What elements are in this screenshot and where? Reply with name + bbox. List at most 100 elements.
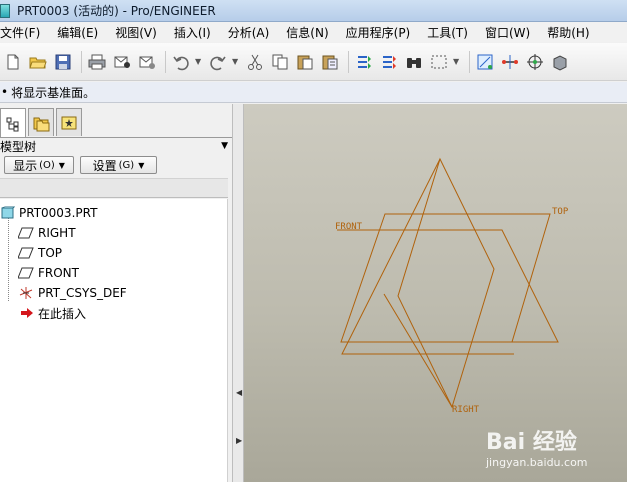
insert-arrow-icon: [21, 308, 33, 318]
datum-plane-right[interactable]: [397, 157, 495, 409]
datum-plane-icon: [18, 227, 34, 239]
panel-menu-dropdown-icon[interactable]: ▼: [221, 141, 228, 151]
model-tree-icon: [6, 117, 19, 131]
redo-dropdown-icon[interactable]: ▼: [232, 57, 240, 66]
regen-manager-icon[interactable]: [378, 51, 399, 73]
chevron-down-icon: ▼: [58, 160, 65, 170]
tree-item-label: PRT0003.PRT: [19, 206, 98, 220]
email-icon[interactable]: [111, 51, 132, 73]
tree-item-insert-here[interactable]: 在此插入: [20, 303, 86, 323]
tab-model-tree[interactable]: [0, 108, 26, 138]
tab-folder-browser[interactable]: [28, 108, 54, 136]
redo-icon[interactable]: [207, 51, 228, 73]
settings-button[interactable]: 设置 (G) ▼: [80, 156, 157, 174]
csys-icon: [19, 287, 33, 299]
show-button[interactable]: 显示 (O) ▼: [4, 156, 74, 174]
panel-header: 模型树 ▼: [0, 138, 232, 154]
message-text: 将显示基准面。: [11, 85, 96, 100]
undo-icon[interactable]: [170, 51, 191, 73]
menu-help[interactable]: 帮助(H): [547, 24, 595, 41]
menu-window[interactable]: 窗口(W): [485, 24, 536, 41]
tree-item-label: 在此插入: [38, 306, 87, 321]
navigator-tabs: [0, 108, 84, 138]
show-button-label: 显示: [13, 158, 38, 173]
tree-item-top[interactable]: TOP: [18, 243, 62, 263]
menu-edit[interactable]: 编辑(E): [57, 24, 104, 41]
find-icon[interactable]: [403, 51, 424, 73]
datum-plane-front-edges[interactable]: [337, 229, 559, 343]
plane-label-top: TOP: [552, 207, 569, 217]
select-box-icon[interactable]: [428, 51, 449, 73]
part-icon: [1, 206, 15, 219]
menu-analysis[interactable]: 分析(A): [228, 24, 276, 41]
app-icon: [0, 3, 10, 18]
settings-button-label: 设置: [92, 158, 117, 173]
datum-plane-front[interactable]: [337, 228, 557, 342]
datum-point-icon[interactable]: [524, 51, 545, 73]
datum-plane-right-lower[interactable]: [383, 293, 453, 408]
undo-dropdown-icon[interactable]: ▼: [195, 57, 203, 66]
tree-item-right[interactable]: RIGHT: [18, 223, 76, 243]
menu-info[interactable]: 信息(N): [286, 24, 334, 41]
toolbar-separator: [81, 50, 82, 73]
panel-title: 模型树: [0, 139, 37, 154]
tree-item-part[interactable]: PRT0003.PRT: [1, 203, 97, 223]
tab-favorites[interactable]: [56, 108, 82, 136]
cut-icon[interactable]: [244, 51, 265, 73]
settings-button-key: (G): [118, 159, 135, 171]
window-title: PRT0003 (活动的) - Pro/ENGINEER: [17, 4, 216, 18]
copy-icon[interactable]: [269, 51, 290, 73]
paste-icon[interactable]: [294, 51, 315, 73]
panel-button-row: 显示 (O) ▼ 设置 (G) ▼: [0, 156, 232, 174]
select-dropdown-icon[interactable]: ▼: [453, 57, 461, 66]
menu-applications[interactable]: 应用程序(P): [346, 24, 417, 41]
favorites-icon: [61, 116, 77, 129]
title-bar: PRT0003 (活动的) - Pro/ENGINEER: [0, 0, 627, 22]
toolbar-separator: [348, 50, 349, 73]
tree-item-label: PRT_CSYS_DEF: [38, 286, 127, 300]
main-toolbar: ▼ ▼ ▼: [0, 43, 627, 81]
watermark-main: Bai 经验: [486, 430, 577, 455]
save-icon[interactable]: [52, 51, 73, 73]
message-bullet: •: [1, 85, 9, 99]
chevron-down-icon: ▼: [138, 160, 145, 170]
menu-view[interactable]: 视图(V): [115, 24, 163, 41]
open-folder-icon[interactable]: [27, 51, 48, 73]
tree-connector-line: [8, 213, 9, 301]
datum-curve-icon[interactable]: [499, 51, 520, 73]
collapse-left-icon[interactable]: ◀: [236, 388, 242, 397]
watermark-url: jingyan.baidu.com: [486, 456, 588, 469]
layer-icon[interactable]: [549, 51, 570, 73]
folder-browser-icon: [33, 117, 50, 131]
datum-plane-top[interactable]: [340, 213, 551, 343]
menu-file[interactable]: 文件(F): [0, 24, 46, 41]
tree-item-label: TOP: [38, 246, 63, 260]
print-icon[interactable]: [86, 51, 107, 73]
model-tree-settings-icon[interactable]: [474, 51, 495, 73]
tree-item-label: RIGHT: [38, 226, 76, 240]
panel-splitter[interactable]: ◀ ▶: [232, 104, 244, 482]
datum-plane-icon: [18, 247, 34, 259]
new-file-icon[interactable]: [2, 51, 23, 73]
plane-label-front: FRONT: [335, 222, 363, 232]
tree-item-front[interactable]: FRONT: [18, 263, 79, 283]
datum-plane-icon: [18, 267, 34, 279]
regenerate-icon[interactable]: [353, 51, 374, 73]
menu-tools[interactable]: 工具(T): [427, 24, 474, 41]
model-tree: PRT0003.PRT RIGHT TOP FRONT PRT_CSYS_DEF…: [0, 199, 228, 482]
menu-bar: 文件(F) 编辑(E) 视图(V) 插入(I) 分析(A) 信息(N) 应用程序…: [0, 22, 627, 42]
toolbar-separator: [165, 50, 166, 73]
tree-column-header: [0, 178, 228, 198]
navigator-panel: 模型树 ▼ 显示 (O) ▼ 设置 (G) ▼ PRT0003.PRT RIGH…: [0, 104, 232, 482]
tree-item-label: FRONT: [38, 266, 79, 280]
baidu-watermark: Bai 经验 jingyan.baidu.com: [486, 420, 627, 482]
menu-insert[interactable]: 插入(I): [174, 24, 217, 41]
show-button-key: (O): [39, 159, 55, 171]
expand-right-icon[interactable]: ▶: [236, 436, 242, 445]
tree-item-csys[interactable]: PRT_CSYS_DEF: [18, 283, 127, 303]
toolbar-separator: [469, 50, 470, 73]
paste-special-icon[interactable]: [319, 51, 340, 73]
plane-label-right: RIGHT: [452, 405, 480, 415]
email-attach-icon[interactable]: [136, 51, 157, 73]
datum-plane-front-outline[interactable]: [337, 230, 558, 342]
